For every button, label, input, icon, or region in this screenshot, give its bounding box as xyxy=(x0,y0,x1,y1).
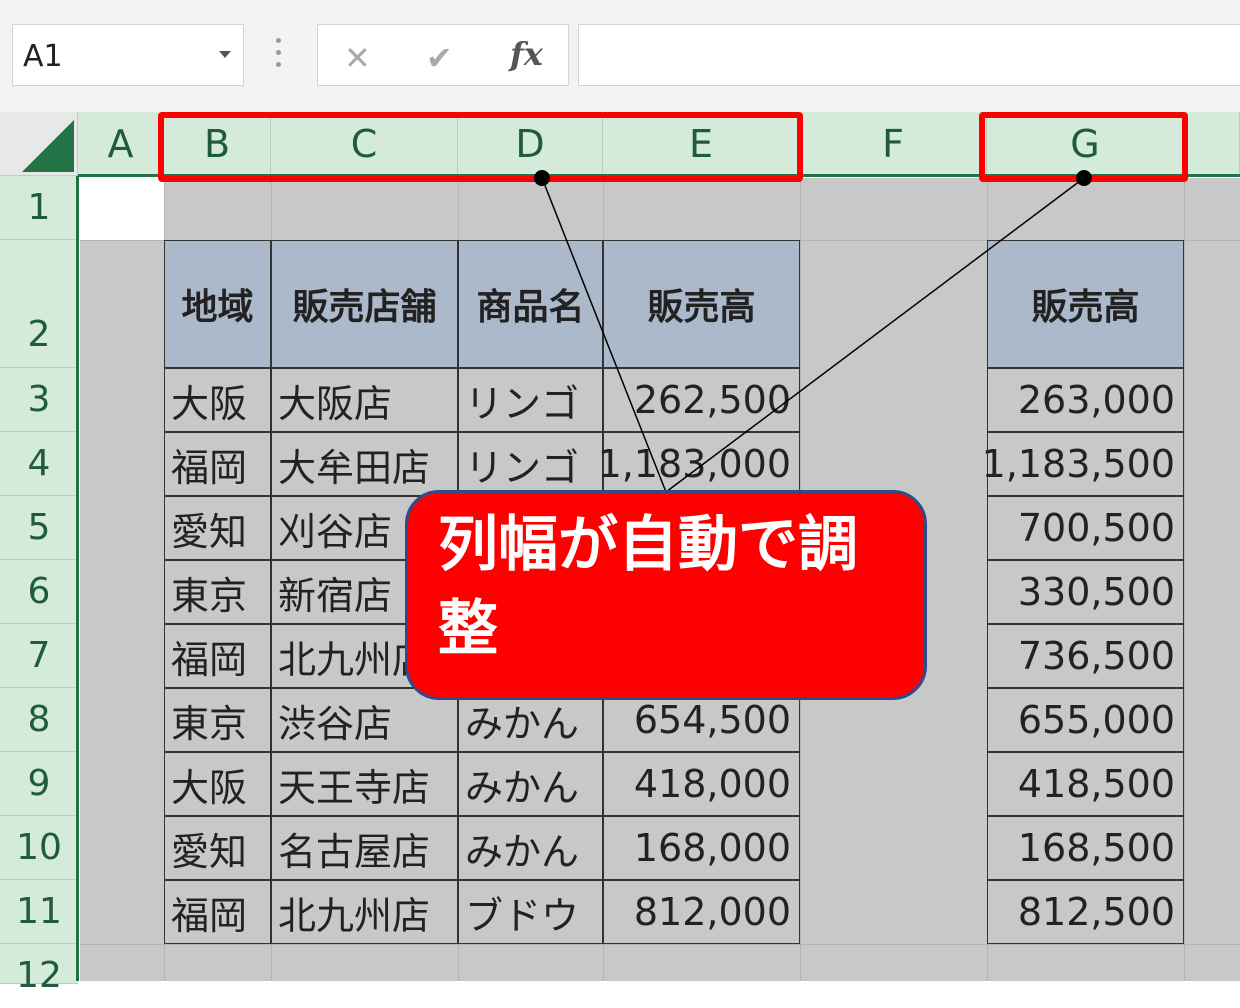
leader-line xyxy=(541,177,667,493)
callout-annotation: 列幅が自動で調整 xyxy=(405,490,927,700)
leader-line xyxy=(665,177,1085,493)
leader-dot xyxy=(1076,170,1092,186)
leader-dot xyxy=(534,170,550,186)
